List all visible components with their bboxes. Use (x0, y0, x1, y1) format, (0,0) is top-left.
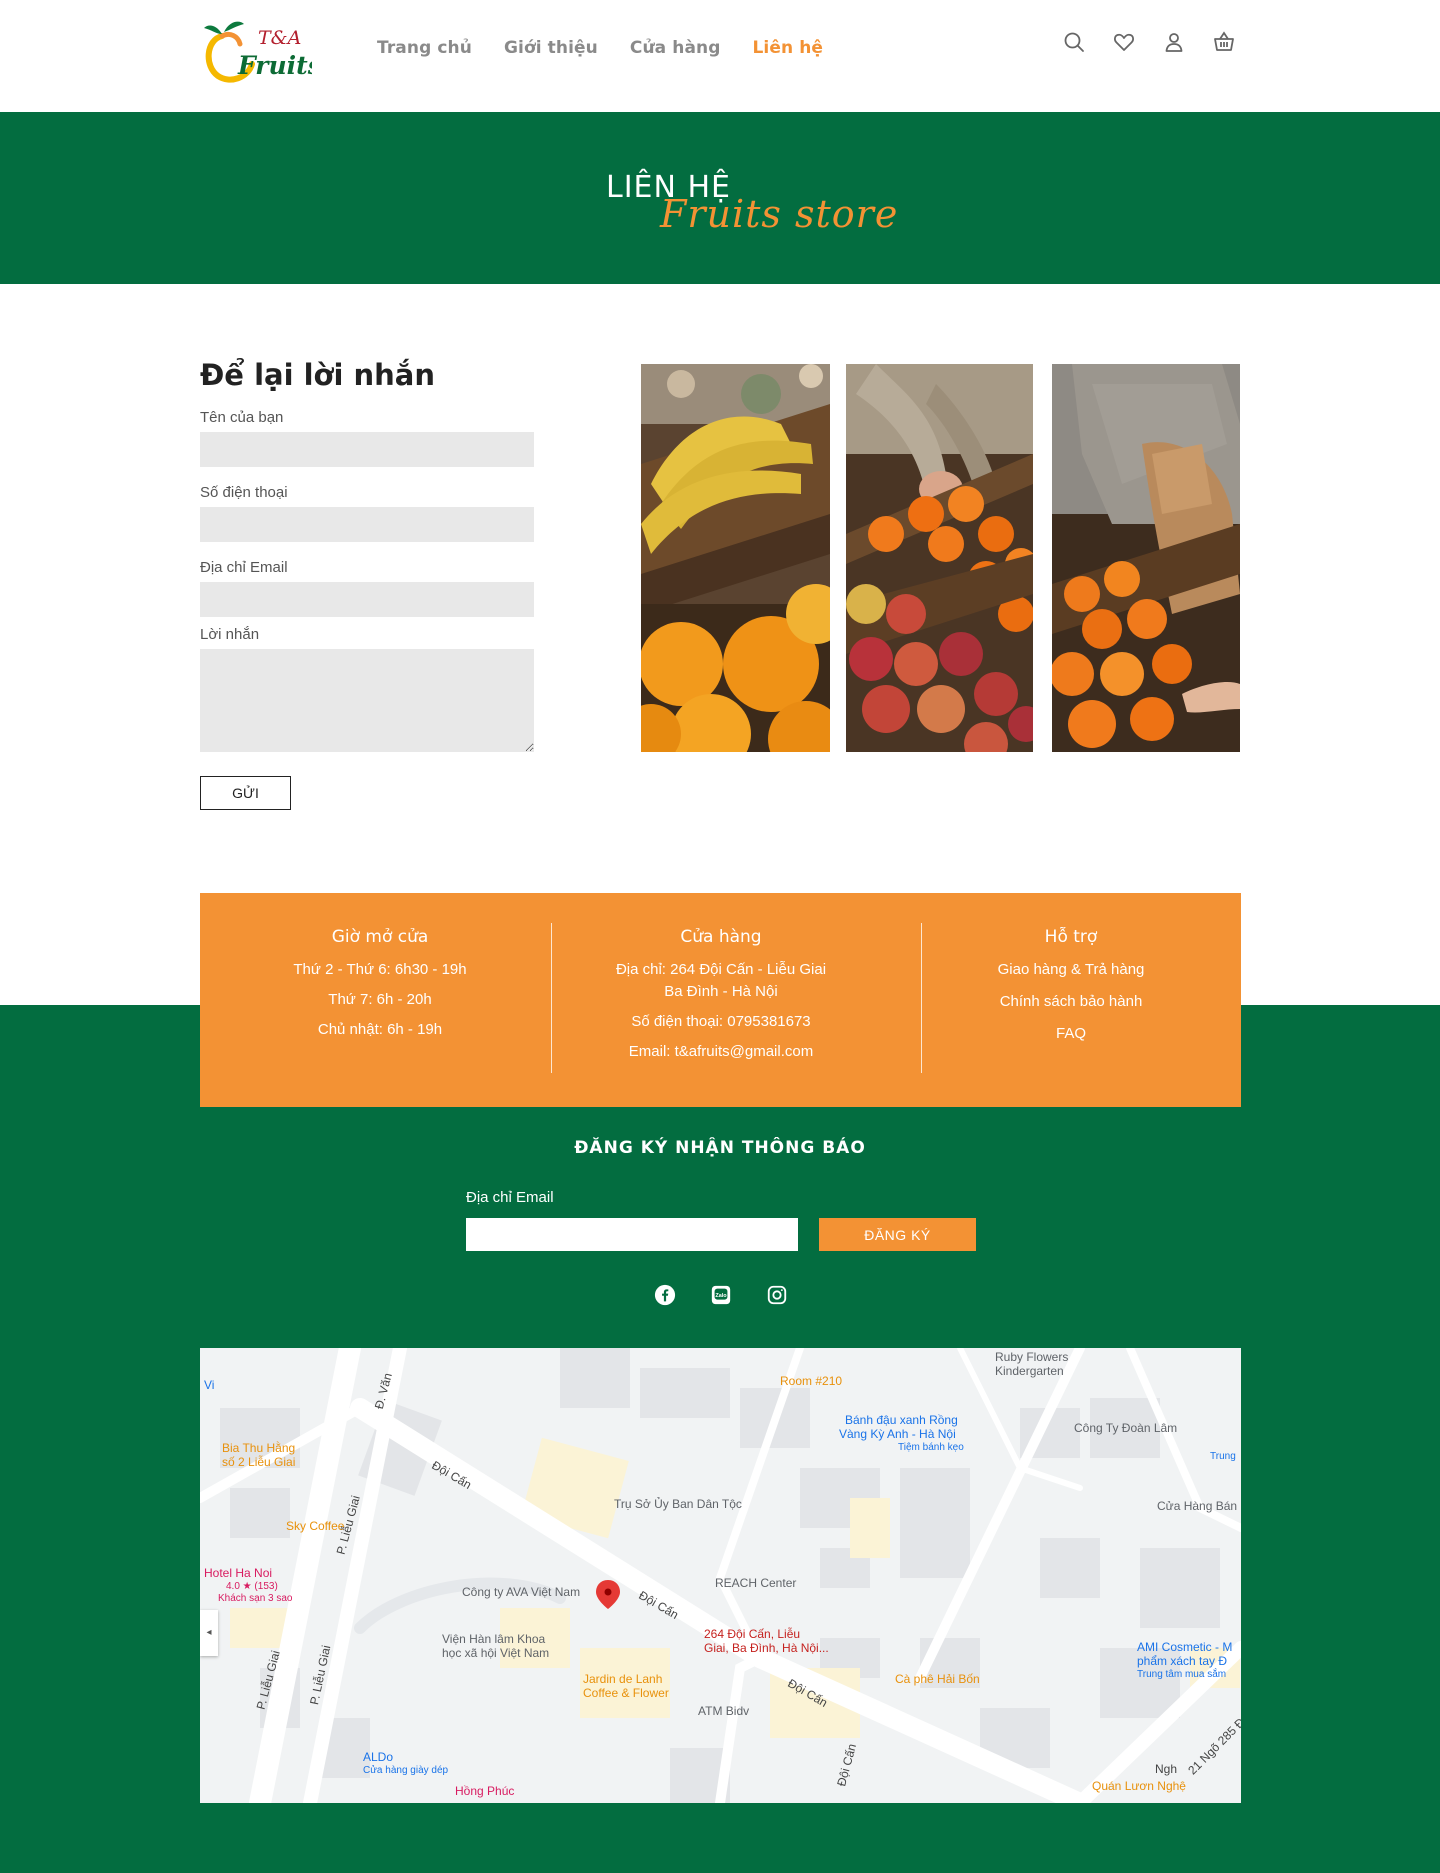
map-label: Trung (1210, 1451, 1236, 1462)
store-phone: Số điện thoại: 0795381673 (631, 1013, 811, 1030)
message-field[interactable] (200, 649, 534, 752)
map-label: ALDo (363, 1750, 394, 1764)
map-label: học xã hội Việt Nam (442, 1646, 550, 1660)
store-address-2: Ba Đình - Hà Nội (664, 983, 778, 1000)
instagram-icon[interactable] (766, 1284, 788, 1306)
support-title: Hỗ trợ (1044, 927, 1098, 947)
email-field[interactable] (200, 582, 534, 617)
map-label: Viện Hàn lâm Khoa (442, 1632, 546, 1646)
brand-logo[interactable]: T&A Fruits (200, 14, 322, 86)
social-links: Zalo (654, 1284, 788, 1306)
photo-shopper (1052, 364, 1240, 752)
phone-label: Số điện thoại (200, 484, 288, 501)
phone-field[interactable] (200, 507, 534, 542)
page-banner: LIÊN HỆ Fruits store (0, 112, 1440, 284)
nav-home[interactable]: Trang chủ (377, 38, 472, 58)
map-label: Trụ Sở Ủy Ban Dân Tộc (614, 1497, 742, 1511)
hours-title: Giờ mở cửa (331, 927, 429, 947)
user-icon[interactable] (1162, 30, 1186, 54)
store-title: Cửa hàng (680, 927, 762, 947)
cart-icon[interactable] (1212, 30, 1236, 54)
svg-text:T&A: T&A (258, 27, 301, 49)
info-divider (551, 923, 552, 1073)
map-label: Quán Lươn Nghệ (1092, 1779, 1186, 1793)
banner-script: Fruits store (660, 192, 899, 236)
main-nav: Trang chủ Giới thiệu Cửa hàng Liên hệ (377, 38, 823, 58)
support-link-faq[interactable]: FAQ (941, 1023, 1201, 1045)
map-pin-address-1: 264 Đội Cấn, Liễu (704, 1627, 801, 1641)
store-column: Cửa hàng Địa chỉ: 264 Đội Cấn - Liễu Gia… (571, 893, 871, 1107)
map-label: Ruby Flowers (995, 1350, 1069, 1364)
map-label: Hotel Ha Noi (204, 1566, 273, 1580)
support-link-shipping[interactable]: Giao hàng & Trả hàng (941, 959, 1201, 981)
map-label: Công ty AVA Việt Nam (462, 1585, 581, 1599)
map-label: Room #210 (780, 1374, 843, 1388)
map-label: Bia Thu Hằng (222, 1441, 296, 1455)
map-label: số 2 Liễu Giai (222, 1455, 296, 1469)
map-label: Vàng Kỳ Anh - Hà Nội (839, 1427, 956, 1441)
svg-text:Zalo: Zalo (715, 1293, 727, 1299)
message-label: Lời nhắn (200, 626, 260, 643)
nav-contact[interactable]: Liên hệ (753, 38, 824, 58)
map-label: Khách sạn 3 sao (218, 1593, 293, 1604)
subscribe-button[interactable]: ĐĂNG KÝ (819, 1218, 976, 1251)
map-label: Công Ty Đoàn Lâm (1074, 1421, 1178, 1435)
map-label: Cà phê Hải Bốn (895, 1672, 980, 1686)
hours-weekday: Thứ 2 - Thứ 6: 6h30 - 19h (293, 961, 467, 978)
map-label: AMI Cosmetic - M (1137, 1640, 1233, 1654)
photo-oranges-apples (846, 364, 1033, 752)
store-email: Email: t&afruits@gmail.com (628, 1043, 814, 1060)
name-label: Tên của bạn (200, 409, 284, 426)
site-header: T&A Fruits Trang chủ Giới thiệu Cửa hàng… (0, 0, 1440, 112)
nav-about[interactable]: Giới thiệu (504, 38, 598, 58)
logo-icon: T&A Fruits (204, 21, 322, 83)
newsletter-email-label: Địa chỉ Email (466, 1189, 554, 1206)
send-button[interactable]: GỬI (200, 776, 291, 810)
hours-saturday: Thứ 7: 6h - 20h (328, 991, 432, 1008)
map-label: Jardin de Lanh (583, 1672, 663, 1686)
map-road-label: Ngh (1155, 1762, 1178, 1776)
name-field[interactable] (200, 432, 534, 467)
store-address-1: Địa chỉ: 264 Đội Cấn - Liễu Giai (615, 961, 827, 978)
form-title: Để lại lời nhắn (200, 358, 436, 392)
info-divider (921, 923, 922, 1073)
map-label: REACH Center (715, 1576, 797, 1590)
map-label: Trung tâm mua sắm (1137, 1669, 1227, 1680)
map-label: Cửa hàng giày dép (363, 1765, 449, 1776)
newsletter-email-input[interactable] (466, 1218, 798, 1251)
facebook-icon[interactable] (654, 1284, 676, 1306)
photo-bananas (641, 364, 830, 752)
map-pin-address-2: Giai, Ba Đình, Hà Nội... (704, 1641, 829, 1655)
map-label: phẩm xách tay Đ (1137, 1654, 1228, 1668)
nav-shop[interactable]: Cửa hàng (630, 38, 721, 58)
support-link-warranty[interactable]: Chính sách bảo hành (941, 991, 1201, 1013)
store-map[interactable]: ◂ Vi Bia Thu Hằng số 2 Liễu Giai Sky Cof… (200, 1348, 1241, 1803)
info-box: Giờ mở cửa Thứ 2 - Thứ 6: 6h30 - 19h Thứ… (200, 893, 1241, 1107)
hours-sunday: Chủ nhật: 6h - 19h (317, 1021, 443, 1038)
search-icon[interactable] (1062, 30, 1086, 54)
map-label: Kindergarten (995, 1364, 1064, 1378)
map-collapse-button[interactable]: ◂ (200, 1610, 218, 1656)
map-label: Tiệm bánh kẹo (898, 1442, 964, 1453)
svg-text:Fruits: Fruits (237, 51, 312, 80)
map-label: Vi (204, 1378, 215, 1392)
map-label: Sky Coffee (286, 1519, 345, 1533)
heart-icon[interactable] (1112, 30, 1136, 54)
support-column: Hỗ trợ Giao hàng & Trả hàng Chính sách b… (941, 893, 1201, 1107)
header-tools (1062, 30, 1236, 54)
map-label: Cửa Hàng Bán (1157, 1499, 1238, 1513)
newsletter-title: ĐĂNG KÝ NHẬN THÔNG BÁO (574, 1138, 866, 1158)
hours-column: Giờ mở cửa Thứ 2 - Thứ 6: 6h30 - 19h Thứ… (240, 893, 520, 1107)
email-label: Địa chỉ Email (200, 559, 288, 576)
map-label: Hồng Phúc (455, 1784, 515, 1798)
map-label: Bánh đậu xanh Rồng (845, 1413, 958, 1427)
zalo-icon[interactable]: Zalo (710, 1284, 732, 1306)
map-label: Coffee & Flower (583, 1686, 669, 1700)
map-label: ATM Bidv (698, 1704, 750, 1718)
